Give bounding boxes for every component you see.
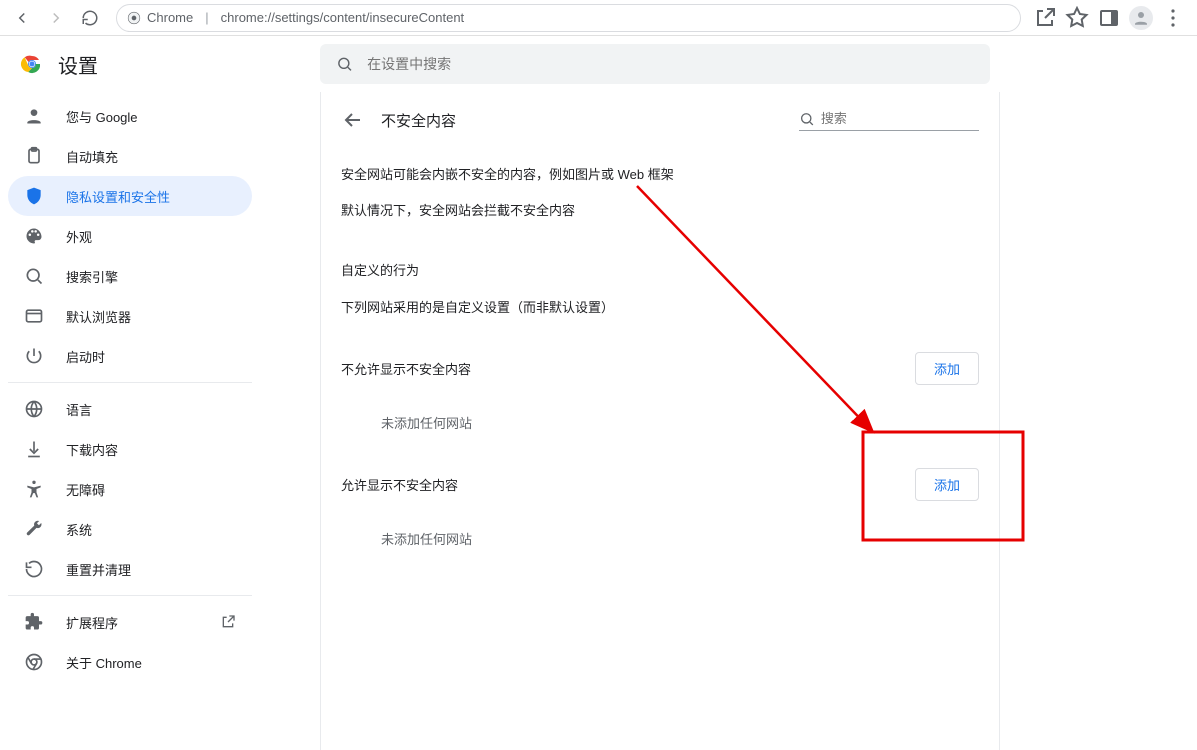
sidebar-item-label: 下载内容 (66, 440, 118, 459)
panel-header: 不安全内容 (341, 92, 979, 148)
settings-search-input[interactable] (367, 56, 974, 72)
app-title: 设置 (58, 50, 98, 79)
sidebar-divider (8, 382, 252, 383)
download-icon (24, 439, 44, 459)
profile-avatar[interactable] (1129, 6, 1153, 30)
sidebar-divider (8, 595, 252, 596)
allow-label: 允许显示不安全内容 (341, 475, 458, 494)
back-arrow-button[interactable] (341, 108, 365, 132)
sidebar: 您与 Google 自动填充 隐私设置和安全性 外观 搜索引擎 默认浏览器 (0, 92, 260, 750)
custom-behavior-desc: 下列网站采用的是自定义设置（而非默认设置） (341, 297, 979, 316)
sidebar-item-label: 自动填充 (66, 147, 118, 166)
sidebar-item-languages[interactable]: 语言 (8, 389, 252, 429)
chrome-logo-icon (20, 52, 44, 76)
settings-search[interactable] (320, 44, 990, 84)
app-header: 设置 (0, 36, 1197, 92)
sidebar-item-label: 语言 (66, 400, 92, 419)
sidebar-item-about-chrome[interactable]: 关于 Chrome (8, 642, 252, 682)
forward-icon (42, 4, 70, 32)
sidebar-item-autofill[interactable]: 自动填充 (8, 136, 252, 176)
panel-title: 不安全内容 (381, 110, 456, 131)
sidebar-item-label: 无障碍 (66, 480, 105, 499)
search-icon (24, 266, 44, 286)
panel-search-input[interactable] (821, 111, 979, 126)
menu-dots-icon[interactable] (1161, 6, 1185, 30)
bookmark-star-icon[interactable] (1065, 6, 1089, 30)
sidebar-item-label: 系统 (66, 520, 92, 539)
person-icon (24, 106, 44, 126)
sidebar-item-label: 搜索引擎 (66, 267, 118, 286)
allow-add-button[interactable]: 添加 (915, 468, 979, 501)
sidebar-item-label: 您与 Google (66, 107, 138, 126)
address-prefix: Chrome (147, 10, 193, 25)
browser-toolbar: Chrome | chrome://settings/content/insec… (0, 0, 1197, 36)
block-add-button[interactable]: 添加 (915, 352, 979, 385)
reload-icon[interactable] (76, 4, 104, 32)
search-icon (336, 55, 353, 73)
side-panel-icon[interactable] (1097, 6, 1121, 30)
custom-behavior-heading: 自定义的行为 (341, 260, 979, 279)
panel-search[interactable] (799, 110, 979, 131)
sidebar-item-reset-cleanup[interactable]: 重置并清理 (8, 549, 252, 589)
sidebar-item-privacy-security[interactable]: 隐私设置和安全性 (8, 176, 252, 216)
external-link-icon (220, 614, 236, 630)
address-path: chrome://settings/content/insecureConten… (221, 10, 465, 25)
sidebar-item-label: 默认浏览器 (66, 307, 131, 326)
block-group: 不允许显示不安全内容 添加 未添加任何网站 (341, 352, 979, 432)
sidebar-item-accessibility[interactable]: 无障碍 (8, 469, 252, 509)
block-empty-note: 未添加任何网站 (381, 413, 979, 432)
restore-icon (24, 559, 44, 579)
sidebar-item-you-and-google[interactable]: 您与 Google (8, 96, 252, 136)
allow-group: 允许显示不安全内容 添加 未添加任何网站 (341, 468, 979, 548)
sidebar-item-appearance[interactable]: 外观 (8, 216, 252, 256)
content-panel: 不安全内容 安全网站可能会内嵌不安全的内容，例如图片或 Web 框架 默认情况下… (320, 92, 1000, 750)
address-separator: | (205, 10, 208, 25)
search-icon (799, 110, 815, 128)
clipboard-icon (24, 146, 44, 166)
accessibility-icon (24, 479, 44, 499)
sidebar-item-label: 重置并清理 (66, 560, 131, 579)
sidebar-item-label: 隐私设置和安全性 (66, 187, 170, 206)
sidebar-item-system[interactable]: 系统 (8, 509, 252, 549)
sidebar-item-label: 启动时 (66, 347, 105, 366)
sidebar-item-label: 外观 (66, 227, 92, 246)
block-label: 不允许显示不安全内容 (341, 359, 471, 378)
globe-icon (24, 399, 44, 419)
sidebar-item-label: 关于 Chrome (66, 653, 142, 672)
extension-icon (24, 612, 44, 632)
wrench-icon (24, 519, 44, 539)
share-icon[interactable] (1033, 6, 1057, 30)
sidebar-item-downloads[interactable]: 下载内容 (8, 429, 252, 469)
sidebar-item-label: 扩展程序 (66, 613, 118, 632)
sidebar-item-on-startup[interactable]: 启动时 (8, 336, 252, 376)
chrome-page-icon (127, 11, 141, 25)
palette-icon (24, 226, 44, 246)
sidebar-item-extensions[interactable]: 扩展程序 (8, 602, 252, 642)
browser-icon (24, 306, 44, 326)
panel-description-2: 默认情况下，安全网站会拦截不安全内容 (341, 202, 979, 220)
address-bar[interactable]: Chrome | chrome://settings/content/insec… (116, 4, 1021, 32)
sidebar-item-default-browser[interactable]: 默认浏览器 (8, 296, 252, 336)
back-icon[interactable] (8, 4, 36, 32)
chrome-outline-icon (24, 652, 44, 672)
panel-description-1: 安全网站可能会内嵌不安全的内容，例如图片或 Web 框架 (341, 166, 979, 184)
allow-empty-note: 未添加任何网站 (381, 529, 979, 548)
shield-icon (24, 186, 44, 206)
sidebar-item-search-engine[interactable]: 搜索引擎 (8, 256, 252, 296)
power-icon (24, 346, 44, 366)
